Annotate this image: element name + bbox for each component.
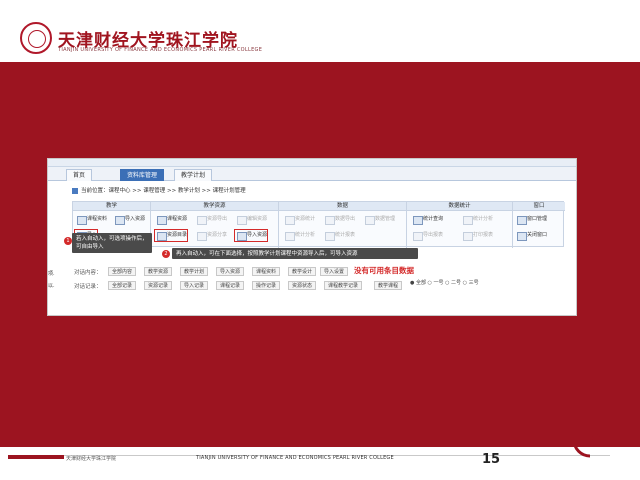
row2-button[interactable]: 资源记录: [144, 281, 173, 290]
slide-header: 天津财经大学珠江学院 TIANJIN UNIVERSITY OF FINANCE…: [0, 0, 640, 62]
course-material-button[interactable]: 课程资料: [75, 214, 107, 225]
row1-button[interactable]: 课程资料: [252, 267, 281, 276]
college-seal-icon: [20, 22, 52, 54]
data-export-button[interactable]: 数据导出: [323, 214, 355, 225]
stats-analyze-button[interactable]: 统计分析: [461, 214, 493, 225]
edit-resource-button[interactable]: 编辑资源: [235, 214, 267, 225]
callout-tooltip-2: 再入自动入，可在下面选择，按照教学计划课程中资源导入后，可导入资源: [172, 248, 418, 259]
ribbon-group-resources: 教学资源 课程资源 资源导出 编辑资源 资源目录 资源分享 导入资源: [151, 202, 279, 248]
footer-accent-bar: [8, 455, 64, 459]
callout-marker-2: 2: [162, 250, 170, 258]
row2-button[interactable]: 资源状态: [288, 281, 317, 290]
toolbar-row-label: 对话内容：: [74, 270, 102, 276]
export-report-button[interactable]: 导出报表: [411, 230, 443, 241]
ribbon-group-title: 教学资源: [151, 202, 278, 211]
stats-report-button[interactable]: 统计报表: [323, 230, 355, 241]
print-report-button[interactable]: 打印报表: [461, 230, 493, 241]
import-resource-highlight-button[interactable]: 导入资源: [233, 229, 269, 242]
ribbon-group-title: 窗口: [513, 202, 565, 211]
resource-stats-button[interactable]: 资源统计: [283, 214, 315, 225]
row1-button[interactable]: 教学设计: [288, 267, 317, 276]
breadcrumb-icon: [72, 187, 78, 194]
row1-button[interactable]: 教学计划: [180, 267, 209, 276]
row2-button[interactable]: 全部记录: [108, 281, 137, 290]
resource-share-button[interactable]: 资源分享: [195, 230, 227, 241]
row2-button[interactable]: 课程教学记录: [324, 281, 363, 290]
data-manage-button[interactable]: 数据管理: [363, 214, 395, 225]
no-data-message: 没有可用条目数据: [354, 266, 414, 275]
row2-button[interactable]: 课程记录: [216, 281, 245, 290]
college-name-en: TIANJIN UNIVERSITY OF FINANCE AND ECONOM…: [58, 47, 263, 53]
tab-home[interactable]: 首页: [66, 169, 93, 181]
row2-button[interactable]: 操作记录: [252, 281, 281, 290]
ribbon-group-data: 数据 资源统计 数据导出 数据管理 统计分析 统计报表: [279, 202, 407, 248]
import-resource-button[interactable]: 导入资源: [113, 214, 145, 225]
footer-college-en: TIANJIN UNIVERSITY OF FINANCE AND ECONOM…: [196, 455, 394, 461]
callout-tooltip-1: 若入自动入，可选项操作后，可自由导入: [72, 233, 152, 253]
toolbar-row-label: 对话记录：: [74, 284, 102, 290]
page-number: 15: [482, 452, 501, 467]
slide: 天津财经大学珠江学院 TIANJIN UNIVERSITY OF FINANCE…: [0, 0, 640, 480]
filter-radio-group[interactable]: ● 全部 ○ 一号 ○ 二号 ○ 三号: [410, 279, 479, 286]
breadcrumb: 当前位置：课程中心 >> 课程管理 >> 教学计划 >> 课程计划管理: [72, 186, 246, 194]
ribbon-group-title: 数据统计: [407, 202, 512, 211]
course-resource-button[interactable]: 课程资源: [155, 214, 187, 225]
resource-export-button[interactable]: 资源导出: [195, 214, 227, 225]
ribbon-group-statistics: 数据统计 统计查询 统计分析 导出报表 打印报表: [407, 202, 513, 248]
breadcrumb-text: 当前位置：课程中心 >> 课程管理 >> 教学计划 >> 课程计划管理: [81, 188, 246, 194]
tab-plan[interactable]: 教学计划: [174, 169, 213, 181]
close-window-button[interactable]: 关闭窗口: [515, 230, 547, 241]
row1-button[interactable]: 导入资源: [216, 267, 245, 276]
resource-catalog-button[interactable]: 资源目录: [153, 229, 189, 242]
ribbon-group-window: 窗口 窗口管理 关闭窗口: [513, 202, 565, 248]
stats-analysis-button[interactable]: 统计分析: [283, 230, 315, 241]
tab-library[interactable]: 资料库管理: [120, 169, 165, 181]
ribbon-group-title: 教学: [73, 202, 150, 211]
row1-button[interactable]: 导入设置: [320, 267, 349, 276]
window-manage-button[interactable]: 窗口管理: [515, 214, 547, 225]
row2-button[interactable]: 教学课程: [374, 281, 403, 290]
red-band: 首页 资料库管理 教学计划 当前位置：课程中心 >> 课程管理 >> 教学计划 …: [0, 62, 640, 447]
footer-college-cn: 天津财经大学珠江学院: [66, 456, 117, 462]
row2-button[interactable]: 导入记录: [180, 281, 209, 290]
row1-button[interactable]: 全部内容: [108, 267, 137, 276]
decorative-dots-icon: [572, 422, 614, 458]
app-tab-bar: 首页 资料库管理 教学计划: [48, 167, 576, 181]
callout-marker-1: 1: [64, 237, 72, 245]
row1-button[interactable]: 教学资源: [144, 267, 173, 276]
ribbon-group-title: 数据: [279, 202, 406, 211]
left-cut-text: 项.: [48, 271, 55, 277]
left-cut-text: 以.: [48, 283, 55, 289]
stats-query-button[interactable]: 统计查询: [411, 214, 443, 225]
app-screenshot: 首页 资料库管理 教学计划 当前位置：课程中心 >> 课程管理 >> 教学计划 …: [47, 158, 577, 316]
app-topbar: [48, 159, 576, 167]
